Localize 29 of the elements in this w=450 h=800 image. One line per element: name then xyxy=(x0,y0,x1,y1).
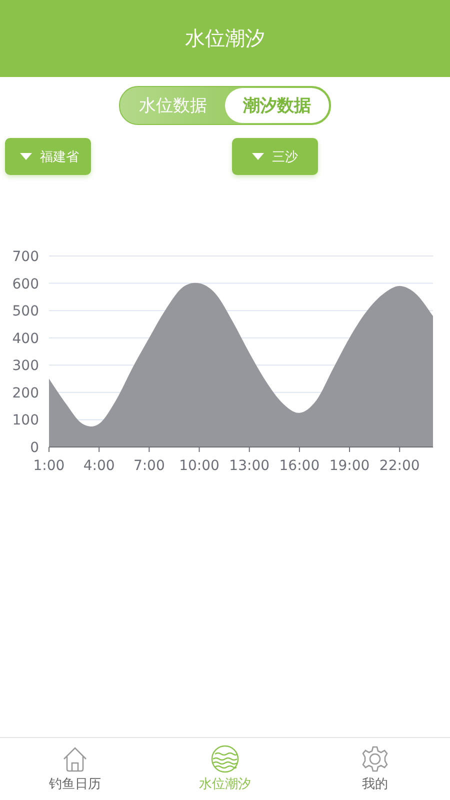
caret-icon xyxy=(20,152,32,160)
dropdown-button[interactable]: 三沙 xyxy=(232,138,318,175)
tab[interactable]: 潮汐数据 xyxy=(225,88,329,123)
nav-item[interactable]: 我的 xyxy=(320,738,430,800)
x-tick-label: 4:00 xyxy=(83,458,115,474)
page-title: 水位潮汐 xyxy=(185,25,265,52)
caret-icon xyxy=(252,152,264,160)
y-tick-label: 200 xyxy=(12,385,39,402)
x-tick-label: 1:00 xyxy=(33,458,65,474)
x-tick-label: 22:00 xyxy=(379,458,420,474)
waves-icon xyxy=(211,745,239,773)
y-tick-label: 0 xyxy=(30,440,39,456)
x-tick-label: 7:00 xyxy=(133,458,165,474)
x-tick-label: 13:00 xyxy=(229,458,270,474)
y-tick-label: 100 xyxy=(12,412,39,429)
nav-item[interactable]: 水位潮汐 xyxy=(170,738,280,800)
settings-icon xyxy=(361,745,389,773)
x-tick-label: 16:00 xyxy=(279,458,320,474)
tab[interactable]: 水位数据 xyxy=(121,88,225,123)
x-tick-label: 10:00 xyxy=(179,458,220,474)
nav-item[interactable]: 钓鱼日历 xyxy=(20,738,130,800)
dropdown-button[interactable]: 福建省 xyxy=(5,138,91,175)
x-tick-label: 19:00 xyxy=(329,458,370,474)
y-tick-label: 600 xyxy=(12,276,39,292)
y-tick-label: 700 xyxy=(12,249,39,265)
home-icon xyxy=(61,745,89,773)
y-tick-label: 300 xyxy=(12,358,39,374)
y-tick-label: 400 xyxy=(12,330,39,347)
y-tick-label: 500 xyxy=(12,304,39,320)
